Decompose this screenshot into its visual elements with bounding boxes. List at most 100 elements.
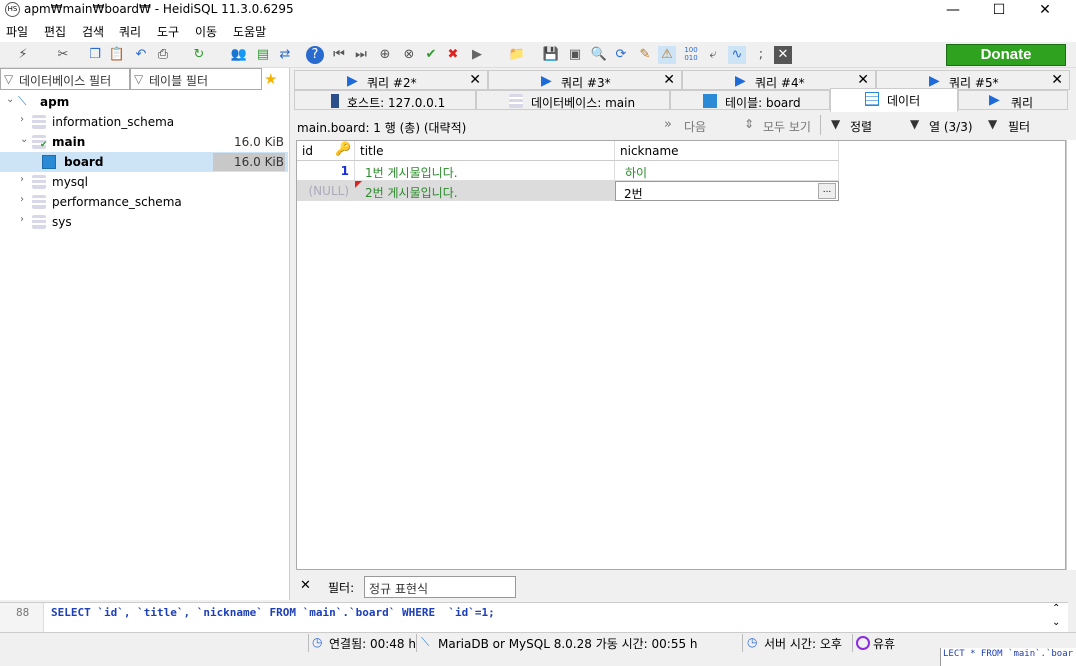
expand-chevron-icon[interactable]: › <box>20 194 24 205</box>
tab-host[interactable]: 호스트: 127.0.0.1 <box>294 90 476 110</box>
tab-query-2[interactable]: ▶ 쿼리 #2* ✕ <box>294 70 488 90</box>
connected-time: 연결됨: 00:48 h <box>329 637 416 651</box>
connect-icon[interactable]: ⚡ <box>14 46 32 64</box>
table-filter-input[interactable]: ▽ 테이블 필터 <box>130 68 262 90</box>
play-icon: ▶ <box>989 92 1000 108</box>
last-icon[interactable]: ⏭ <box>352 46 370 64</box>
find-icon[interactable]: 🔍 <box>590 46 608 64</box>
save-icon[interactable]: 💾 <box>542 46 560 64</box>
menu-help[interactable]: 도움말 <box>233 23 266 40</box>
next-button[interactable]: 다음 <box>684 118 706 135</box>
server-icon: ⟍ <box>421 635 430 649</box>
tree-item-main[interactable]: ⌄ ✔ main 16.0 KiB <box>0 132 288 152</box>
close-tab-icon[interactable]: ✕ <box>857 72 869 88</box>
linked-icon[interactable]: ∿ <box>728 46 746 64</box>
table-cell[interactable]: (NULL) <box>297 181 355 201</box>
menu-query[interactable]: 쿼리 <box>119 23 141 40</box>
maximize-button[interactable]: ☐ <box>976 0 1022 20</box>
wrap-icon[interactable]: ⤶ <box>704 46 722 64</box>
disconnect-icon[interactable]: ✂ <box>54 46 72 64</box>
expand-chevron-icon[interactable]: › <box>20 114 24 125</box>
semicolon-icon[interactable]: ; <box>752 46 770 64</box>
tree-item-board[interactable]: board 16.0 KiB <box>0 152 288 172</box>
close-tab-icon[interactable]: ✕ <box>469 72 481 88</box>
tree-item-information-schema[interactable]: › information_schema <box>0 112 288 132</box>
table-cell[interactable]: 1 <box>297 161 355 181</box>
sync-icon[interactable]: ⇄ <box>276 46 294 64</box>
collapse-chevron-icon[interactable]: ⌄ <box>6 94 14 105</box>
scroll-down-icon[interactable]: ⌄ <box>1052 617 1060 628</box>
close-tab-icon[interactable]: ✕ <box>663 72 675 88</box>
close-window-button[interactable]: ✕ <box>1022 0 1068 20</box>
menu-search[interactable]: 검색 <box>82 23 104 40</box>
tree-item-performance-schema[interactable]: › performance_schema <box>0 192 288 212</box>
table-cell[interactable]: 2번 게시물입니다. <box>355 181 615 201</box>
tree-item-mysql[interactable]: › mysql <box>0 172 288 192</box>
table-cell[interactable]: 1번 게시물입니다. <box>355 161 615 181</box>
close-tab-icon[interactable]: ✕ <box>1051 72 1063 88</box>
export-icon[interactable]: ▤ <box>254 46 272 64</box>
users-icon[interactable]: 👥 <box>230 46 248 64</box>
cell-editor-input[interactable]: 2번 ... <box>615 181 839 201</box>
warning-icon[interactable]: ⚠ <box>658 46 676 64</box>
cancel-icon[interactable]: ✖ <box>444 46 462 64</box>
binary-icon[interactable]: 100 010 <box>682 46 700 64</box>
menu-go[interactable]: 이동 <box>195 23 217 40</box>
database-filter-input[interactable]: ▽ 데이터베이스 필터 <box>0 68 130 90</box>
columns-button[interactable]: 열 (3/3) <box>929 118 973 135</box>
database-icon <box>32 175 46 189</box>
delete-row-icon[interactable]: ⊗ <box>400 46 418 64</box>
paste-icon[interactable]: 📋 <box>108 46 126 64</box>
tab-query[interactable]: ▶ 쿼리 <box>958 90 1068 110</box>
donate-button[interactable]: Donate <box>946 44 1066 66</box>
add-row-icon[interactable]: ⊕ <box>376 46 394 64</box>
open-folder-icon[interactable]: 📁 <box>508 46 526 64</box>
filter-button[interactable]: 필터 <box>1008 118 1030 135</box>
refresh-icon[interactable]: ↻ <box>190 46 208 64</box>
post-icon[interactable]: ✔ <box>422 46 440 64</box>
filter-regex-input[interactable]: 정규 표현식 <box>364 576 516 598</box>
tree-item-sys[interactable]: › sys <box>0 212 288 232</box>
tab-data[interactable]: 데이터 <box>830 88 958 112</box>
column-header-nickname[interactable]: nickname <box>615 141 839 161</box>
filter-label: 필터: <box>328 581 355 595</box>
tab-query-5[interactable]: ▶ 쿼리 #5* ✕ <box>876 70 1070 90</box>
copy-icon[interactable]: ❐ <box>86 46 104 64</box>
column-header-title[interactable]: title <box>355 141 615 161</box>
play-icon: ▶ <box>929 73 940 89</box>
close-filter-icon[interactable]: ✕ <box>300 578 311 593</box>
expand-chevron-icon[interactable]: › <box>20 174 24 185</box>
scroll-up-icon[interactable]: ⌃ <box>1052 603 1060 614</box>
sort-button[interactable]: 정렬 <box>850 118 872 135</box>
table-icon <box>703 94 717 108</box>
expand-chevron-icon[interactable]: › <box>20 214 24 225</box>
minimize-button[interactable]: — <box>930 0 976 20</box>
menu-tools[interactable]: 도구 <box>157 23 179 40</box>
favorite-star-icon[interactable]: ★ <box>264 70 277 88</box>
clock-icon: ◷ <box>312 635 323 649</box>
table-cell[interactable]: 하이 <box>615 161 839 181</box>
tab-query-3[interactable]: ▶ 쿼리 #3* ✕ <box>488 70 682 90</box>
collapse-chevron-icon[interactable]: ⌄ <box>20 134 28 145</box>
tree-item-apm[interactable]: ⌄ ⟍ apm <box>0 92 288 112</box>
close-tab-icon[interactable]: ✕ <box>774 46 792 64</box>
column-header-id[interactable]: id 🔑 <box>297 141 355 161</box>
help-icon[interactable]: ? <box>306 46 324 64</box>
format-icon[interactable]: ✎ <box>636 46 654 64</box>
tab-query-4[interactable]: ▶ 쿼리 #4* ✕ <box>682 70 876 90</box>
undo-icon[interactable]: ↶ <box>132 46 150 64</box>
replace-icon[interactable]: ⟳ <box>612 46 630 64</box>
print-icon[interactable]: ⎙ <box>154 46 172 64</box>
server-time: 서버 시간: 오후 <box>764 637 842 651</box>
tab-table[interactable]: 테이블: board <box>670 90 830 110</box>
menu-file[interactable]: 파일 <box>6 23 28 40</box>
menu-edit[interactable]: 편집 <box>44 23 66 40</box>
cell-ellipsis-button[interactable]: ... <box>818 183 836 199</box>
sql-statement[interactable]: SELECT `id`, `title`, `nickname` FROM `m… <box>51 606 495 619</box>
save-as-icon[interactable]: ▣ <box>566 46 584 64</box>
run-icon[interactable]: ▶ <box>468 46 486 64</box>
first-icon[interactable]: ⏮ <box>330 46 348 64</box>
show-all-button[interactable]: 모두 보기 <box>763 118 811 135</box>
divider <box>742 634 743 652</box>
tab-database[interactable]: 데이터베이스: main <box>476 90 670 110</box>
